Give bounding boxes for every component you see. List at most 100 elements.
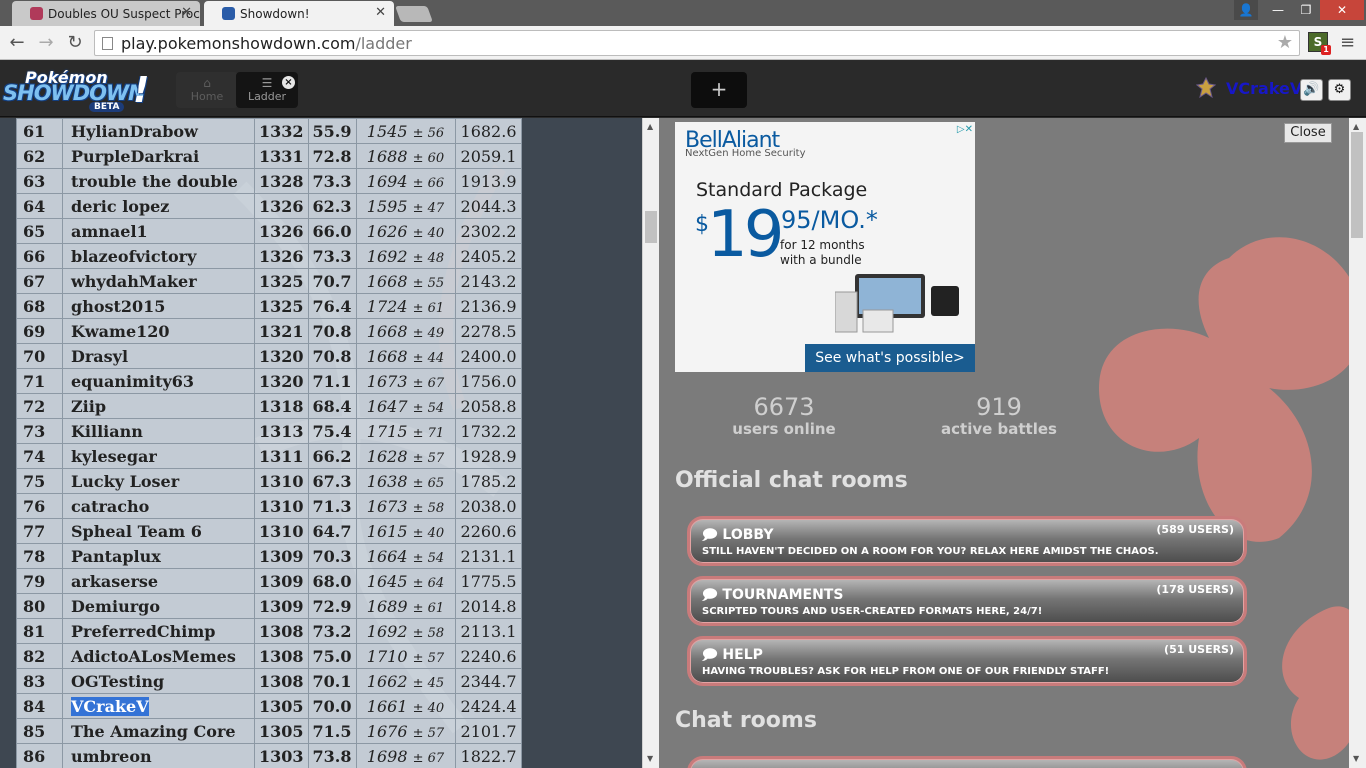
ladder-username-text[interactable]: kylesegar <box>71 447 157 466</box>
close-icon[interactable]: ✕ <box>181 5 192 20</box>
ladder-rank: 79 <box>16 568 63 594</box>
ladder-username-text[interactable]: Demiurgo <box>71 597 160 616</box>
bookmark-star-icon[interactable]: ★ <box>1277 32 1293 53</box>
scroll-up-icon[interactable]: ▲ <box>1353 122 1359 131</box>
browser-tab-suspect[interactable]: Doubles OU Suspect Proc ✕ <box>12 1 200 26</box>
profile-icon[interactable]: 👤 <box>1234 0 1258 20</box>
ladder-username[interactable]: ghost2015 <box>62 293 255 319</box>
ladder-username-text[interactable]: Drasyl <box>71 347 128 366</box>
ladder-username[interactable]: The Amazing Core <box>62 718 255 744</box>
ladder-username[interactable]: Kwame120 <box>62 318 255 344</box>
ladder-username-text[interactable]: arkaserse <box>71 572 158 591</box>
new-tab-button[interactable] <box>395 6 433 22</box>
ladder-username[interactable]: umbreon <box>62 743 255 768</box>
sound-icon[interactable]: 🔊 <box>1300 79 1323 101</box>
extension-icon[interactable]: S1 <box>1308 32 1331 55</box>
reload-icon[interactable]: ↻ <box>63 31 87 55</box>
ladder-username[interactable]: PurpleDarkrai <box>62 143 255 169</box>
ladder-username[interactable]: Drasyl <box>62 343 255 369</box>
ladder-username[interactable]: amnael1 <box>62 218 255 244</box>
tab-ladder[interactable]: ☰ Ladder × <box>236 72 298 108</box>
ad-terms: for 12 months with a bundle <box>780 238 865 267</box>
chat-rooms-heading: Chat rooms <box>675 708 817 733</box>
ladder-username[interactable]: OGTesting <box>62 668 255 694</box>
ladder-username[interactable]: deric lopez <box>62 193 255 219</box>
ladder-username[interactable]: kylesegar <box>62 443 255 469</box>
room-help[interactable]: 🗩 HELP (51 USERS) HAVING TROUBLES? ASK F… <box>687 636 1247 686</box>
ladder-rank: 65 <box>16 218 63 244</box>
ladder-username-text[interactable]: Lucky Loser <box>71 472 179 491</box>
ladder-username[interactable]: whydahMaker <box>62 268 255 294</box>
ladder-username-text[interactable]: Spheal Team 6 <box>71 522 202 541</box>
close-tab-icon[interactable]: × <box>282 76 295 89</box>
ladder-username[interactable]: arkaserse <box>62 568 255 594</box>
ladder-username-text[interactable]: Ziip <box>71 397 106 416</box>
chrome-menu-icon[interactable]: ≡ <box>1340 32 1355 53</box>
ladder-username-text[interactable]: OGTesting <box>71 672 164 691</box>
forward-arrow-icon[interactable]: → <box>34 31 58 55</box>
ladder-username[interactable]: catracho <box>62 493 255 519</box>
ladder-username[interactable]: Pantaplux <box>62 543 255 569</box>
ladder-username[interactable]: PreferredChimp <box>62 618 255 644</box>
ladder-username[interactable]: Spheal Team 6 <box>62 518 255 544</box>
scroll-thumb[interactable] <box>1351 132 1363 238</box>
ladder-username-text[interactable]: PurpleDarkrai <box>71 147 199 166</box>
ladder-username-text[interactable]: blazeofvictory <box>71 247 196 266</box>
ladder-username-text[interactable]: amnael1 <box>71 222 148 241</box>
ladder-username-text[interactable]: whydahMaker <box>71 272 197 291</box>
room-lobby[interactable]: 🗩 LOBBY (589 USERS) STILL HAVEN'T DECIDE… <box>687 516 1247 566</box>
scroll-up-icon[interactable]: ▲ <box>647 122 653 131</box>
username[interactable]: VCrakeV <box>1226 79 1302 98</box>
ladder-username-text[interactable]: trouble the double <box>71 172 238 191</box>
ladder-username[interactable]: equanimity63 <box>62 368 255 394</box>
restore-icon[interactable]: ❐ <box>1292 0 1320 20</box>
user-avatar-icon[interactable] <box>1196 77 1216 99</box>
minimize-icon[interactable]: — <box>1264 0 1292 20</box>
ladder-username[interactable]: Killiann <box>62 418 255 444</box>
new-room-button[interactable]: + <box>691 72 747 108</box>
scroll-thumb[interactable] <box>645 211 657 243</box>
ladder-username[interactable]: Lucky Loser <box>62 468 255 494</box>
settings-gear-icon[interactable]: ⚙ <box>1328 79 1351 101</box>
main-scrollbar[interactable]: ▲ ▼ <box>1349 118 1366 768</box>
ladder-username-text[interactable]: Pantaplux <box>71 547 161 566</box>
users-online-stat[interactable]: 6673 users online <box>729 394 839 438</box>
back-arrow-icon[interactable]: ← <box>5 31 29 55</box>
window-close-icon[interactable]: ✕ <box>1320 0 1364 20</box>
ladder-username[interactable]: VCrakeV <box>62 693 255 719</box>
ladder-username-text[interactable]: Killiann <box>71 422 143 441</box>
advertisement[interactable]: ▷✕ BellAliant NextGen Home Security Stan… <box>675 122 975 372</box>
scroll-down-icon[interactable]: ▼ <box>1353 754 1359 763</box>
ladder-username[interactable]: AdictoALosMemes <box>62 643 255 669</box>
ladder-username[interactable]: blazeofvictory <box>62 243 255 269</box>
ladder-username-text[interactable]: catracho <box>71 497 149 516</box>
ladder-username-text[interactable]: The Amazing Core <box>71 722 236 741</box>
ladder-username-text[interactable]: ghost2015 <box>71 297 165 316</box>
ladder-username-text[interactable]: VCrakeV <box>71 696 149 716</box>
ladder-scrollbar[interactable]: ▲ ▼ <box>642 118 659 768</box>
ladder-username[interactable]: Demiurgo <box>62 593 255 619</box>
tab-home[interactable]: ⌂ Home <box>176 72 238 108</box>
ladder-username-text[interactable]: Kwame120 <box>71 322 170 341</box>
ladder-username[interactable]: trouble the double <box>62 168 255 194</box>
active-battles-stat[interactable]: 919 active battles <box>939 394 1059 438</box>
ladder-username[interactable]: HylianDrabow <box>62 118 255 144</box>
ladder-username-text[interactable]: HylianDrabow <box>71 122 198 141</box>
ad-choices-icon[interactable]: ▷✕ <box>957 124 973 135</box>
ad-cta-button[interactable]: See what's possible> <box>805 344 975 372</box>
scroll-down-icon[interactable]: ▼ <box>647 754 653 763</box>
ad-price-cents: 95/MO.* <box>781 206 878 234</box>
room-partial[interactable] <box>687 756 1247 768</box>
ladder-username[interactable]: Ziip <box>62 393 255 419</box>
room-tournaments[interactable]: 🗩 TOURNAMENTS (178 USERS) SCRIPTED TOURS… <box>687 576 1247 626</box>
ladder-username-text[interactable]: umbreon <box>71 747 152 766</box>
ladder-username-text[interactable]: AdictoALosMemes <box>71 647 236 666</box>
ladder-username-text[interactable]: equanimity63 <box>71 372 194 391</box>
ladder-username-text[interactable]: deric lopez <box>71 197 169 216</box>
close-button[interactable]: Close <box>1284 123 1332 143</box>
browser-tab-showdown[interactable]: Showdown! ✕ <box>204 1 394 26</box>
showdown-logo[interactable]: Pokémon SHOWDOWN BETA ! <box>3 68 149 114</box>
address-bar[interactable]: play.pokemonshowdown.com/ladder ★ <box>94 30 1300 56</box>
ladder-username-text[interactable]: PreferredChimp <box>71 622 216 641</box>
close-icon[interactable]: ✕ <box>375 5 386 20</box>
